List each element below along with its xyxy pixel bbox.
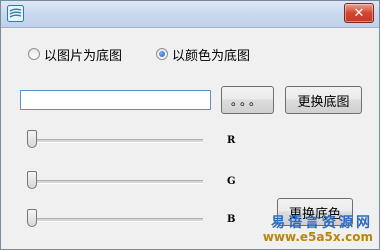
slider-b[interactable] — [27, 209, 207, 229]
change-image-button[interactable]: 更换底图 — [285, 86, 362, 114]
slider-thumb[interactable] — [27, 209, 37, 227]
change-image-button-label: 更换底图 — [297, 94, 350, 110]
app-icon — [7, 5, 24, 22]
slider-thumb[interactable] — [27, 171, 37, 189]
image-path-input[interactable] — [20, 90, 211, 110]
title-bar[interactable]: ✕ — [1, 1, 379, 28]
radio-label: 以图片为底图 — [44, 48, 123, 64]
color-dialog-window: ✕ 以图片为底图 以颜色为底图 。。。 更换底图 R G B 更换底色 易语言资… — [0, 0, 380, 250]
watermark: 易语言资源网 www.e5a5x.com — [263, 215, 373, 245]
watermark-text: 易语言资源网 — [271, 215, 373, 232]
radio-button-checked[interactable] — [156, 48, 168, 60]
slider-thumb[interactable] — [27, 130, 37, 148]
close-button[interactable]: ✕ — [344, 3, 374, 23]
browse-button-label: 。。。 — [230, 93, 264, 108]
watermark-url: www.e5a5x.com — [262, 230, 373, 245]
slider-track[interactable] — [27, 139, 203, 143]
slider-track[interactable] — [27, 180, 203, 184]
radio-image-background[interactable]: 以图片为底图 — [28, 45, 123, 64]
close-icon: ✕ — [353, 5, 365, 21]
radio-label: 以颜色为底图 — [172, 48, 251, 64]
slider-label-b: B — [227, 214, 236, 225]
slider-label-r: R — [227, 135, 236, 146]
radio-button[interactable] — [28, 48, 40, 60]
radio-color-background[interactable]: 以颜色为底图 — [156, 45, 251, 64]
slider-track[interactable] — [27, 218, 203, 222]
slider-r[interactable] — [27, 130, 207, 150]
slider-g[interactable] — [27, 171, 207, 191]
slider-label-g: G — [227, 176, 236, 187]
browse-button[interactable]: 。。。 — [221, 86, 274, 114]
